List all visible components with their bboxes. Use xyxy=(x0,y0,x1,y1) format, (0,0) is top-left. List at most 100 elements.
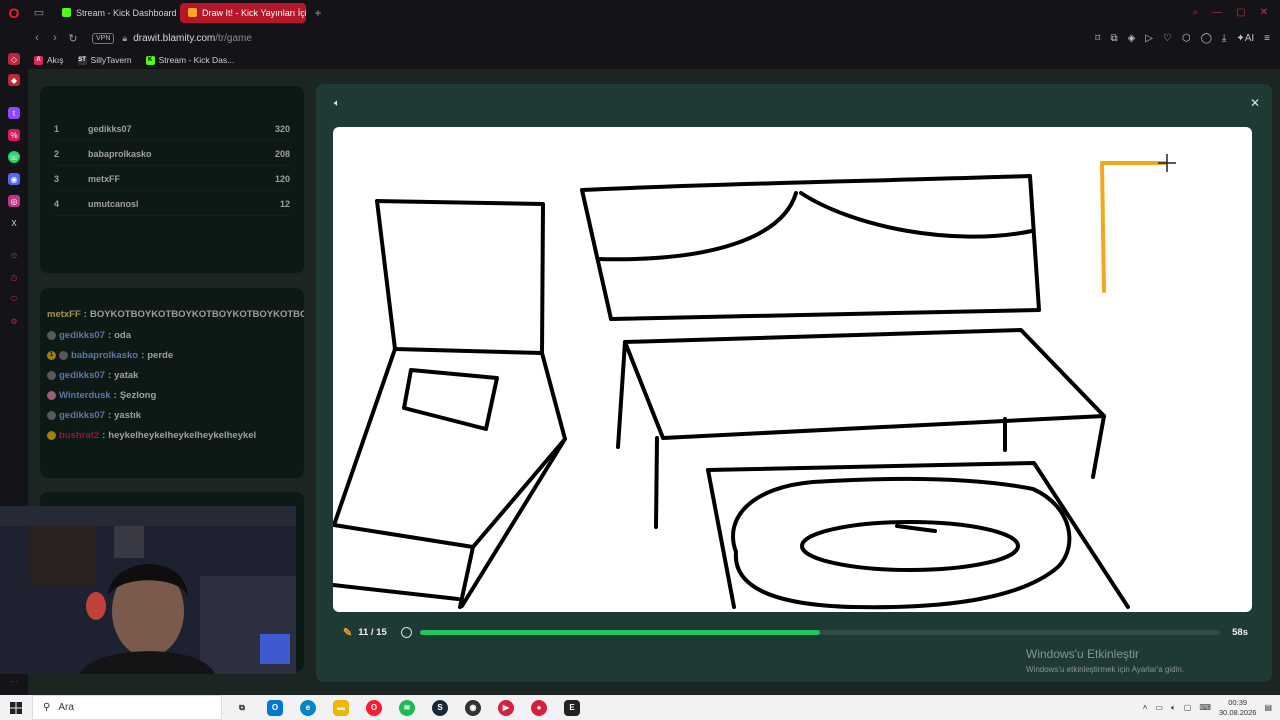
speaker-icon[interactable]: 🔈︎ xyxy=(334,98,340,109)
timer-text: 58s xyxy=(1232,626,1248,638)
toolbar-icons: ⌑ ⧉ ◈ ▷ ♡ ⬡ ◯ ⤓ ✦AI ≡ xyxy=(1095,33,1280,44)
sketch-stroke xyxy=(623,328,1106,440)
obs-icon[interactable]: ◉ xyxy=(465,699,481,716)
spotify-icon[interactable]: ≋ xyxy=(399,699,415,716)
kick-icon: K xyxy=(145,55,155,65)
bookmark-label: SillyTavern xyxy=(90,55,132,65)
tab-label: Stream - Kick Dashboard xyxy=(76,7,176,18)
timer-progress-fill xyxy=(419,629,820,635)
tray-overflow-icon[interactable]: ˄ xyxy=(1143,703,1148,712)
bookmark-label: Akış xyxy=(47,55,64,65)
bookmark-icon[interactable]: ⌑ xyxy=(1095,33,1100,44)
play-icon[interactable]: ▷ xyxy=(1145,33,1153,44)
display-icon[interactable]: ▢ xyxy=(1184,703,1192,712)
edge-icon[interactable]: e xyxy=(300,699,316,716)
close-window-icon[interactable]: ✕ xyxy=(1260,7,1268,18)
bookmark-akis[interactable]: A Akış xyxy=(34,55,64,65)
taskbar-apps: ⧉ O e ▬ O ≋ S ◉ ▶ ● E xyxy=(234,699,580,716)
recorder-icon[interactable]: ● xyxy=(531,699,547,716)
opera-icon[interactable]: O xyxy=(366,699,382,716)
x-icon[interactable]: X xyxy=(8,217,20,229)
kick-favicon-icon xyxy=(62,8,71,17)
crosshair-cursor-icon xyxy=(1158,154,1176,172)
url-host: drawit.blamity.com xyxy=(133,32,216,44)
instagram-icon[interactable]: ◎ xyxy=(8,195,20,207)
notifications-icon[interactable]: ▤ xyxy=(1264,703,1272,712)
watermark-subtitle: Windows'u etkinleştirmek için Ayarlar'a … xyxy=(1026,665,1185,674)
download-icon[interactable]: ⤓ xyxy=(1222,33,1226,44)
pinboard-icon[interactable]: ⬭ xyxy=(8,293,20,305)
file-explorer-icon[interactable]: ▬ xyxy=(333,699,349,716)
active-stroke xyxy=(1100,161,1167,293)
reload-icon[interactable]: ↻ xyxy=(64,32,82,45)
drawing-modal: 🔈︎ ✕ ✎ 11 / 15 58s Windows'u Etkinleştir… xyxy=(316,84,1272,682)
player-icon[interactable]: ⊙ xyxy=(8,249,20,261)
more-icon[interactable]: … xyxy=(8,673,20,685)
clock-time: 00:39 xyxy=(1228,697,1248,707)
tab-workspaces-icon[interactable]: ▭ xyxy=(28,4,50,22)
close-icon[interactable]: ✕ xyxy=(1250,96,1260,110)
snapshot-icon[interactable]: ⧉ xyxy=(1110,33,1117,44)
network-icon[interactable]: ▭ xyxy=(1155,703,1163,712)
taskbar-clock[interactable]: 00:39 30.08.2026 xyxy=(1219,698,1257,718)
media-player-icon[interactable]: ▶ xyxy=(498,699,514,716)
back-icon[interactable]: ‹ xyxy=(28,32,46,44)
sketch-stroke xyxy=(460,437,567,608)
forward-icon[interactable]: › xyxy=(46,32,64,44)
url-field[interactable]: drawit.blamity.com/tr/game xyxy=(133,33,252,44)
new-tab-icon[interactable]: + xyxy=(310,6,326,20)
task-view-icon[interactable]: ⧉ xyxy=(234,700,250,716)
outlook-icon[interactable]: O xyxy=(267,699,283,716)
aria-icon[interactable]: ◇ xyxy=(8,53,20,65)
volume-icon[interactable]: 🔈︎ xyxy=(1171,703,1176,713)
sketch-stroke xyxy=(333,583,460,601)
clock-date: 30.08.2026 xyxy=(1218,707,1257,717)
twitch-icon[interactable]: t xyxy=(8,107,20,119)
minimize-icon[interactable]: — xyxy=(1212,7,1222,18)
sketch-stroke xyxy=(706,461,1130,609)
sketch-stroke xyxy=(895,524,937,533)
steam-icon[interactable]: S xyxy=(432,699,448,716)
watermark-title: Windows'u Etkinleştir xyxy=(1026,647,1139,661)
pencil-icon: ✎ xyxy=(343,626,353,639)
epic-games-icon[interactable]: E xyxy=(564,699,580,716)
keyboard-icon[interactable]: ⌨ xyxy=(1199,703,1211,712)
tab-draw-it[interactable]: Draw It! - Kick Yayınları İçin xyxy=(180,2,306,23)
sketch-stroke xyxy=(1091,414,1106,479)
search-tabs-icon[interactable]: ⌕ xyxy=(1193,7,1199,18)
sketch-stroke xyxy=(333,347,567,549)
opera-menu-icon[interactable]: O xyxy=(0,0,28,25)
discord-icon[interactable]: ◉ xyxy=(8,173,20,185)
history-icon[interactable]: ◷ xyxy=(8,271,20,283)
heart-icon[interactable]: ♡ xyxy=(1163,33,1172,44)
sketch-stroke xyxy=(596,191,798,262)
vpn-badge[interactable]: VPN xyxy=(92,32,115,44)
profile-icon[interactable]: ◯ xyxy=(1201,33,1212,44)
menu-icon[interactable]: ≡ xyxy=(1264,33,1270,44)
tab-label: Draw It! - Kick Yayınları İçin xyxy=(202,7,306,18)
webcam-overlay xyxy=(0,506,296,674)
webcam-image xyxy=(0,506,296,674)
maximize-icon[interactable]: ▢ xyxy=(1236,7,1245,18)
workspace-icon[interactable]: ◆ xyxy=(8,74,20,86)
sillytavern-icon: ST xyxy=(77,55,87,65)
drawing-canvas[interactable] xyxy=(333,127,1252,612)
timer-progress-bar xyxy=(419,629,1220,635)
ai-label: AI xyxy=(1244,32,1255,44)
bookmark-kick-dashboard[interactable]: K Stream - Kick Das... xyxy=(145,55,235,65)
taskbar-search[interactable]: ⚲ Ara xyxy=(32,695,222,720)
settings-icon[interactable]: ⚙ xyxy=(8,315,20,327)
messenger-icon[interactable]: % xyxy=(8,129,20,141)
windows-start-icon[interactable] xyxy=(0,701,32,714)
tab-kick-dashboard[interactable]: Stream - Kick Dashboard xyxy=(54,3,176,23)
bookmark-sillytavern[interactable]: ST SillyTavern xyxy=(77,55,132,65)
whatsapp-icon[interactable]: ☏ xyxy=(8,151,20,163)
sketch-stroke xyxy=(706,468,736,609)
extensions-icon[interactable]: ⬡ xyxy=(1182,33,1191,44)
sketch-stroke xyxy=(375,199,545,355)
address-bar: ‹ › ↻ VPN 🔒︎ drawit.blamity.com/tr/game … xyxy=(28,25,1280,51)
ai-button[interactable]: ✦AI xyxy=(1236,33,1254,44)
lock-icon[interactable]: 🔒︎ xyxy=(122,33,127,44)
bookmark-label: Stream - Kick Das... xyxy=(158,55,235,65)
shield-icon[interactable]: ◈ xyxy=(1128,33,1136,44)
